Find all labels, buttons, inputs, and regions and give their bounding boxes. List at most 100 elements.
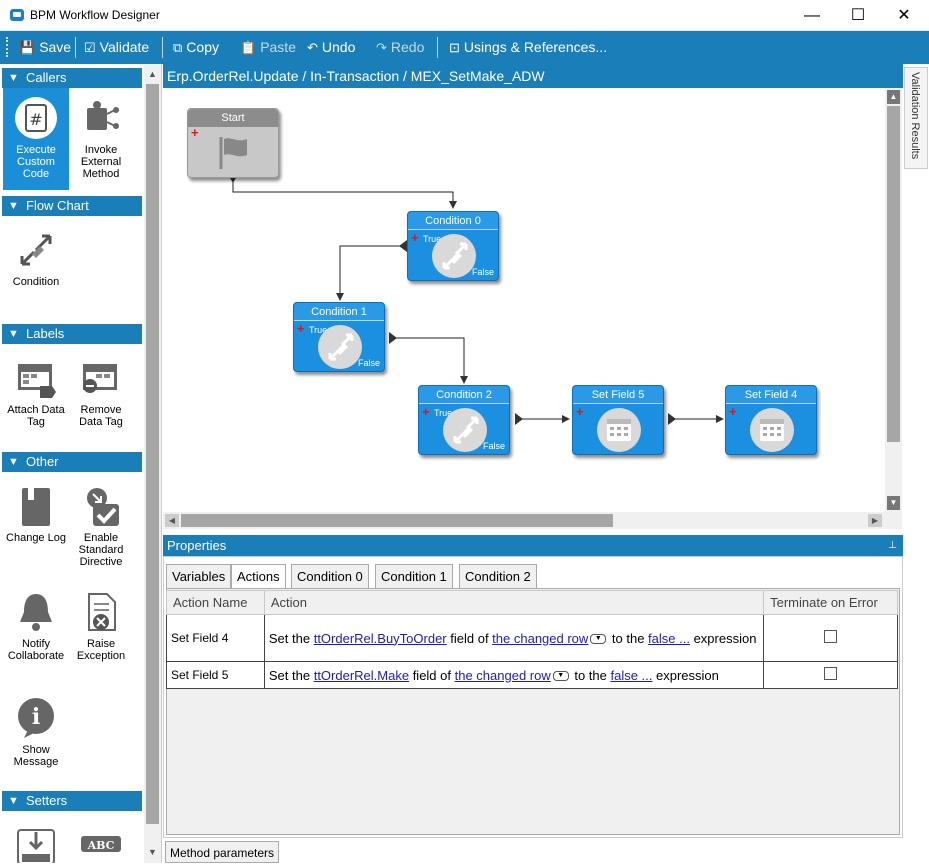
- scroll-down-icon[interactable]: ▼: [144, 844, 161, 860]
- dropdown-arrow-icon[interactable]: ▼: [552, 671, 569, 682]
- breadcrumb: Erp.OrderRel.Update / In-Transaction / M…: [163, 64, 903, 88]
- save-button[interactable]: 💾 Save: [19, 31, 71, 64]
- node-condition-0[interactable]: Condition 0 + True False: [407, 211, 499, 281]
- redo-button[interactable]: ↷ Redo: [376, 31, 424, 64]
- workflow-canvas[interactable]: Start + Condition 0 + True False Conditi…: [163, 88, 885, 512]
- tool-attach-data-tag[interactable]: Attach Data Tag: [3, 348, 69, 432]
- tool-setter-download[interactable]: [3, 814, 69, 863]
- toolbar-grip[interactable]: [6, 37, 9, 57]
- exception-document-icon: [79, 590, 123, 634]
- scrollbar-thumb[interactable]: [181, 514, 613, 527]
- scroll-down-icon[interactable]: ▼: [887, 496, 900, 510]
- action-name-cell[interactable]: Set Field 5: [166, 661, 265, 689]
- tool-execute-custom-code[interactable]: # Execute Custom Code: [3, 88, 69, 190]
- toolbox-scrollbar[interactable]: ▲ ▼: [144, 64, 161, 863]
- row-link[interactable]: the changed row: [455, 668, 551, 683]
- section-setters[interactable]: ▼ Setters: [2, 791, 142, 811]
- scroll-up-icon[interactable]: ▲: [144, 66, 161, 82]
- tool-show-message[interactable]: i Show Message: [3, 688, 69, 780]
- pin-icon[interactable]: ⊥: [888, 535, 897, 556]
- tool-notify-collaborate[interactable]: Notify Collaborate: [3, 582, 69, 686]
- scroll-left-icon[interactable]: ◀: [165, 514, 179, 527]
- canvas-vertical-scrollbar[interactable]: ▲ ▼: [885, 88, 902, 512]
- tab-variables[interactable]: Variables: [166, 564, 232, 588]
- tool-enable-standard-directive[interactable]: Enable Standard Directive: [68, 476, 134, 572]
- chevron-down-icon: ▼: [8, 795, 19, 807]
- section-callers[interactable]: ▼ Callers: [2, 68, 142, 88]
- condition-icon: [14, 228, 58, 272]
- node-condition-1[interactable]: Condition 1 + True False: [293, 302, 385, 372]
- section-labels[interactable]: ▼ Labels: [2, 324, 142, 344]
- add-icon[interactable]: +: [422, 405, 430, 418]
- add-icon[interactable]: +: [729, 405, 737, 418]
- add-icon[interactable]: +: [297, 322, 305, 335]
- expression-link[interactable]: false ...: [648, 631, 690, 646]
- field-link[interactable]: ttOrderRel.BuyToOrder: [314, 631, 447, 646]
- calendar-icon: [597, 408, 641, 452]
- canvas-horizontal-scrollbar[interactable]: ◀ ▶: [163, 512, 885, 529]
- undo-button[interactable]: ↶ Undo: [307, 31, 355, 64]
- column-header[interactable]: Action: [263, 590, 765, 615]
- tool-invoke-external-method[interactable]: Invoke External Method: [68, 88, 134, 190]
- terminate-on-error-checkbox[interactable]: [824, 667, 838, 680]
- validate-button[interactable]: ☑ Validate: [84, 31, 149, 64]
- table-row[interactable]: Set Field 5 Set the ttOrderRel.Make fiel…: [166, 661, 898, 689]
- window-title: BPM Workflow Designer: [30, 8, 160, 22]
- tool-condition[interactable]: Condition: [3, 220, 69, 300]
- condition-icon: [318, 325, 362, 369]
- node-set-field-5[interactable]: Set Field 5 +: [572, 385, 664, 455]
- field-link[interactable]: ttOrderRel.Make: [314, 668, 409, 683]
- add-icon[interactable]: +: [576, 405, 584, 418]
- usings-references-button[interactable]: ⊡ Usings & References...: [449, 31, 607, 64]
- copy-button[interactable]: ⧉ Copy: [173, 31, 219, 64]
- section-flow-chart[interactable]: ▼ Flow Chart: [2, 196, 142, 216]
- toolbar-divider: [162, 37, 163, 58]
- svg-text:i: i: [32, 704, 40, 730]
- section-other[interactable]: ▼ Other: [2, 452, 142, 472]
- scroll-corner: [885, 512, 902, 529]
- tab-condition-1[interactable]: Condition 1: [375, 564, 453, 588]
- svg-text:ABC: ABC: [87, 839, 115, 852]
- scrollbar-thumb[interactable]: [146, 84, 159, 824]
- tab-condition-0[interactable]: Condition 0: [291, 564, 369, 588]
- table-header-row: Action Name Action Terminate on Error: [166, 590, 898, 615]
- dropdown-arrow-icon[interactable]: ▼: [590, 634, 607, 645]
- column-header[interactable]: Action Name: [166, 590, 265, 615]
- remove-tag-icon: [79, 356, 123, 400]
- condition-icon: [443, 408, 487, 452]
- scroll-up-icon[interactable]: ▲: [887, 90, 900, 104]
- info-icon: i: [14, 696, 58, 740]
- properties-header: Properties ⊥: [163, 535, 903, 556]
- paste-button[interactable]: 📋 Paste: [240, 31, 296, 64]
- maximize-button[interactable]: ☐: [835, 0, 881, 31]
- svg-text:#: #: [29, 110, 42, 129]
- action-name-cell[interactable]: Set Field 4: [166, 614, 265, 662]
- terminate-on-error-checkbox[interactable]: [824, 630, 838, 643]
- node-set-field-4[interactable]: Set Field 4 +: [725, 385, 817, 455]
- scroll-right-icon[interactable]: ▶: [868, 514, 882, 527]
- close-button[interactable]: ✕: [881, 0, 927, 31]
- chevron-down-icon: ▼: [8, 456, 19, 468]
- toolbar-divider: [437, 37, 438, 58]
- table-row[interactable]: Set Field 4 Set the ttOrderRel.BuyToOrde…: [166, 614, 898, 662]
- minimize-button[interactable]: —: [789, 0, 835, 31]
- expression-link[interactable]: false ...: [610, 668, 652, 683]
- add-icon[interactable]: +: [411, 231, 419, 244]
- method-parameters-tab[interactable]: Method parameters: [165, 841, 280, 863]
- calendar-icon: [750, 408, 794, 452]
- tab-actions[interactable]: Actions: [231, 564, 286, 589]
- node-start[interactable]: Start +: [187, 108, 279, 178]
- tab-condition-2[interactable]: Condition 2: [459, 564, 537, 588]
- validation-results-tab[interactable]: Validation Results: [904, 67, 928, 169]
- add-icon[interactable]: +: [191, 126, 199, 139]
- toolbar-divider: [75, 37, 76, 58]
- scrollbar-thumb[interactable]: [887, 106, 900, 442]
- tool-remove-data-tag[interactable]: Remove Data Tag: [68, 348, 134, 432]
- node-condition-2[interactable]: Condition 2 + True False: [418, 385, 510, 455]
- row-link[interactable]: the changed row: [492, 631, 588, 646]
- tool-change-log[interactable]: Change Log: [3, 476, 69, 572]
- column-header[interactable]: Terminate on Error: [763, 590, 898, 615]
- tool-raise-exception[interactable]: Raise Exception: [68, 582, 134, 686]
- action-cell: Set the ttOrderRel.Make field of the cha…: [263, 661, 765, 689]
- tool-setter-abc[interactable]: ABC: [68, 814, 134, 863]
